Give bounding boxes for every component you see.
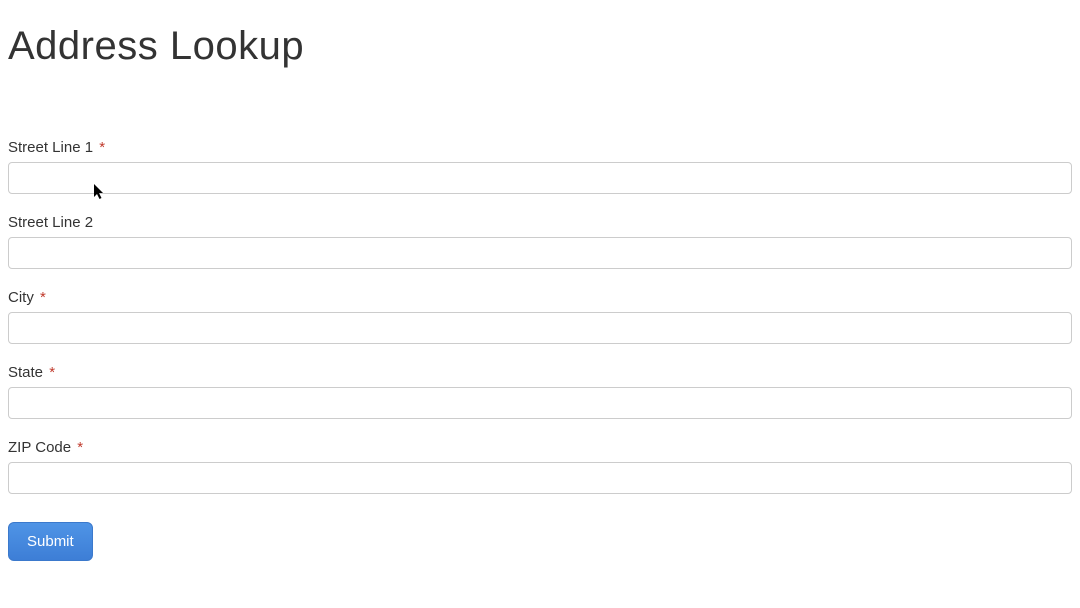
submit-button[interactable]: Submit — [8, 522, 93, 561]
street-line-1-group: Street Line 1 * — [8, 139, 1072, 194]
zip-label-text: ZIP Code — [8, 439, 71, 456]
street-line-1-label-text: Street Line 1 — [8, 139, 93, 156]
required-mark: * — [49, 364, 55, 381]
state-label-text: State — [8, 364, 43, 381]
page-title: Address Lookup — [8, 24, 1072, 69]
zip-input[interactable] — [8, 462, 1072, 494]
street-line-1-input[interactable] — [8, 162, 1072, 194]
street-line-2-group: Street Line 2 — [8, 214, 1072, 269]
state-group: State * — [8, 364, 1072, 419]
required-mark: * — [99, 139, 105, 156]
city-input[interactable] — [8, 312, 1072, 344]
zip-group: ZIP Code * — [8, 439, 1072, 494]
city-label: City * — [8, 289, 1072, 306]
city-label-text: City — [8, 289, 34, 306]
required-mark: * — [40, 289, 46, 306]
street-line-2-label: Street Line 2 — [8, 214, 1072, 231]
zip-label: ZIP Code * — [8, 439, 1072, 456]
city-group: City * — [8, 289, 1072, 344]
state-label: State * — [8, 364, 1072, 381]
required-mark: * — [77, 439, 83, 456]
address-form: Street Line 1 * Street Line 2 City * Sta… — [8, 139, 1072, 561]
street-line-1-label: Street Line 1 * — [8, 139, 1072, 156]
street-line-2-input[interactable] — [8, 237, 1072, 269]
street-line-2-label-text: Street Line 2 — [8, 214, 93, 231]
state-input[interactable] — [8, 387, 1072, 419]
